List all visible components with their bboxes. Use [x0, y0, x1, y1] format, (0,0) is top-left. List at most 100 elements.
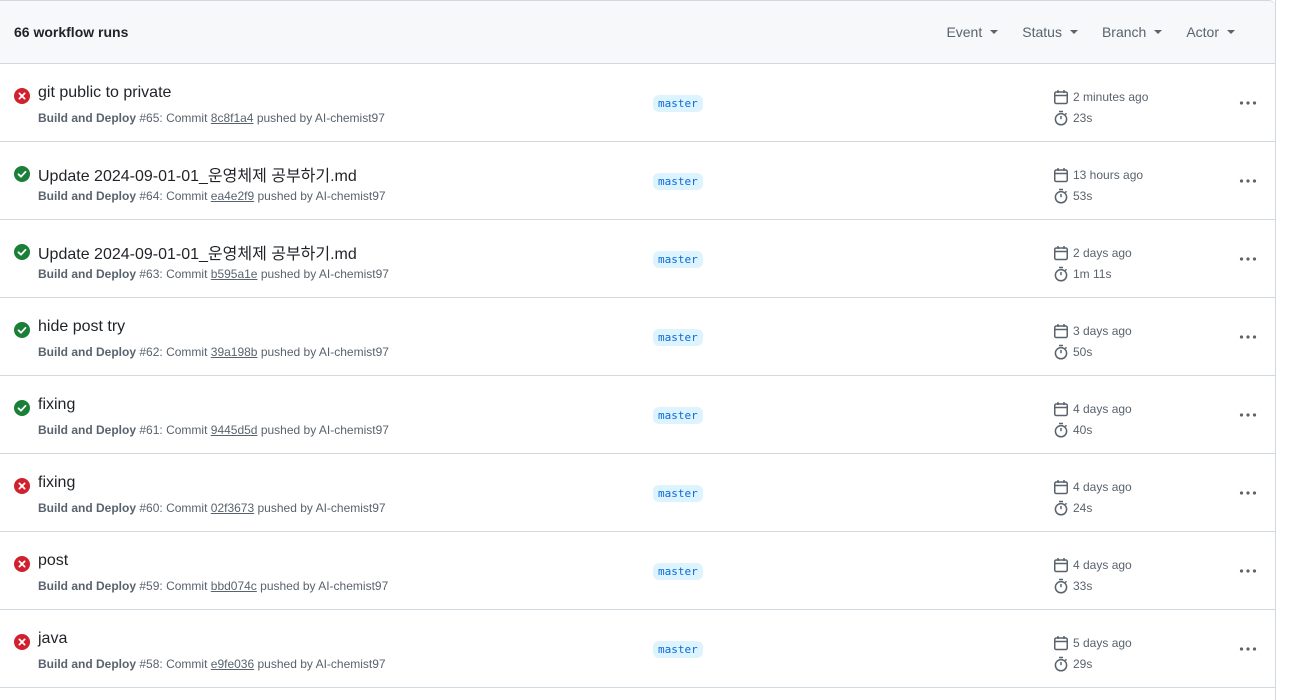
kebab-horizontal-icon — [1239, 491, 1257, 495]
run-title-link[interactable]: Update 2024-09-01-01_운영체제 공부하기.md — [38, 240, 357, 264]
run-options-button[interactable] — [1234, 91, 1262, 115]
run-options-button[interactable] — [1234, 481, 1262, 505]
caret-down-icon — [990, 30, 999, 34]
pusher-name: AI-chemist97 — [318, 267, 389, 281]
branch-label[interactable]: master — [653, 407, 703, 424]
run-meta: Build and Deploy #59: Commit bbd074c pus… — [38, 579, 388, 593]
filter-status[interactable]: Status — [1010, 24, 1090, 40]
branch-label[interactable]: master — [653, 95, 703, 112]
run-number: #61 — [139, 423, 160, 437]
commit-sha-link[interactable]: e9fe036 — [211, 657, 254, 671]
branch-label[interactable]: master — [653, 563, 703, 580]
run-row: post Build and Deploy #59: Commit bbd074… — [0, 532, 1275, 610]
run-meta: Build and Deploy #58: Commit e9fe036 pus… — [38, 657, 386, 671]
run-options-button[interactable] — [1234, 403, 1262, 427]
branch-label[interactable]: master — [653, 251, 703, 268]
run-meta: Build and Deploy #63: Commit b595a1e pus… — [38, 267, 389, 281]
run-title-link[interactable]: fixing — [38, 396, 75, 414]
pusher-name: AI-chemist97 — [315, 189, 386, 203]
run-duration: 29s — [1073, 656, 1093, 671]
pusher-name: AI-chemist97 — [318, 423, 389, 437]
run-timing: 2 days ago 1m 11s — [1053, 242, 1132, 284]
pusher-name: AI-chemist97 — [315, 501, 386, 515]
pusher-name: AI-chemist97 — [314, 111, 385, 125]
run-time: 4 days ago — [1073, 557, 1132, 572]
commit-sha-link[interactable]: bbd074c — [211, 579, 257, 593]
stopwatch-icon — [1054, 578, 1068, 594]
run-row: fixing Build and Deploy #60: Commit 02f3… — [0, 454, 1275, 532]
meta-colon: : — [159, 501, 163, 515]
run-title-link[interactable]: hide post try — [38, 318, 125, 336]
pusher-name: AI-chemist97 — [318, 579, 389, 593]
commit-sha-link[interactable]: 39a198b — [211, 345, 258, 359]
runs-list: git public to private Build and Deploy #… — [0, 64, 1275, 688]
run-title-link[interactable]: Update 2024-09-01-01_운영체제 공부하기.md — [38, 162, 357, 186]
branch-label[interactable]: master — [653, 173, 703, 190]
run-meta: Build and Deploy #61: Commit 9445d5d pus… — [38, 423, 389, 437]
workflow-name: Build and Deploy — [38, 345, 137, 359]
calendar-icon — [1054, 635, 1068, 650]
run-title-link[interactable]: fixing — [38, 474, 75, 492]
kebab-horizontal-icon — [1239, 179, 1257, 183]
run-timing: 4 days ago 24s — [1053, 476, 1132, 518]
run-title-link[interactable]: git public to private — [38, 84, 171, 102]
commit-sha-link[interactable]: b595a1e — [211, 267, 258, 281]
run-row: java Build and Deploy #58: Commit e9fe03… — [0, 610, 1275, 688]
commit-word: Commit — [166, 579, 208, 593]
stopwatch-icon — [1054, 110, 1068, 126]
run-number: #62 — [139, 345, 160, 359]
run-timing: 4 days ago 33s — [1053, 554, 1132, 596]
workflow-name: Build and Deploy — [38, 111, 137, 125]
run-row: Update 2024-09-01-01_운영체제 공부하기.md Build … — [0, 142, 1275, 220]
run-duration: 24s — [1073, 500, 1093, 515]
run-options-button[interactable] — [1234, 247, 1262, 271]
pushed-by-text: pushed by — [256, 111, 313, 125]
commit-sha-link[interactable]: ea4e2f9 — [211, 189, 254, 203]
kebab-horizontal-icon — [1239, 569, 1257, 573]
pushed-by-text: pushed by — [260, 579, 316, 593]
meta-colon: : — [159, 579, 163, 593]
pushed-by-text: pushed by — [257, 501, 313, 515]
branch-label[interactable]: master — [653, 485, 703, 502]
run-options-button[interactable] — [1234, 637, 1262, 661]
calendar-icon — [1054, 245, 1068, 260]
run-options-button[interactable] — [1234, 325, 1262, 349]
caret-down-icon — [1154, 30, 1163, 34]
kebab-horizontal-icon — [1239, 413, 1257, 417]
stopwatch-icon — [1054, 656, 1068, 672]
commit-word: Commit — [166, 501, 208, 515]
run-number: #60 — [139, 501, 160, 515]
run-duration: 53s — [1073, 188, 1093, 203]
workflow-name: Build and Deploy — [38, 267, 137, 281]
run-title-link[interactable]: post — [38, 552, 68, 570]
run-timing: 2 minutes ago 23s — [1053, 86, 1148, 128]
runs-header: 66 workflow runs Event Status Branch Act… — [0, 0, 1275, 64]
run-time: 5 days ago — [1073, 635, 1132, 650]
run-options-button[interactable] — [1234, 169, 1262, 193]
branch-label[interactable]: master — [653, 329, 703, 346]
run-duration: 50s — [1073, 344, 1093, 359]
commit-sha-link[interactable]: 9445d5d — [211, 423, 258, 437]
run-time: 13 hours ago — [1073, 167, 1144, 182]
commit-sha-link[interactable]: 8c8f1a4 — [211, 111, 254, 125]
branch-label[interactable]: master — [653, 641, 703, 658]
workflow-name: Build and Deploy — [38, 189, 137, 203]
filter-actor[interactable]: Actor — [1174, 24, 1247, 40]
filter-branch[interactable]: Branch — [1090, 24, 1174, 40]
run-title-link[interactable]: java — [38, 630, 67, 648]
run-options-button[interactable] — [1234, 559, 1262, 583]
pushed-by-text: pushed by — [260, 267, 317, 281]
meta-colon: : — [159, 657, 163, 671]
check-circle-icon — [14, 322, 30, 338]
run-time: 4 days ago — [1073, 479, 1132, 494]
run-row: fixing Build and Deploy #61: Commit 9445… — [0, 376, 1275, 454]
filter-status-label: Status — [1022, 24, 1062, 40]
filter-event-label: Event — [946, 24, 983, 40]
commit-sha-link[interactable]: 02f3673 — [211, 501, 254, 515]
run-number: #64 — [139, 189, 160, 203]
run-row: Update 2024-09-01-01_운영체제 공부하기.md Build … — [0, 220, 1275, 298]
calendar-icon — [1054, 323, 1068, 338]
run-row: git public to private Build and Deploy #… — [0, 64, 1275, 142]
filter-event[interactable]: Event — [934, 24, 1010, 40]
run-timing: 3 days ago 50s — [1053, 320, 1132, 362]
